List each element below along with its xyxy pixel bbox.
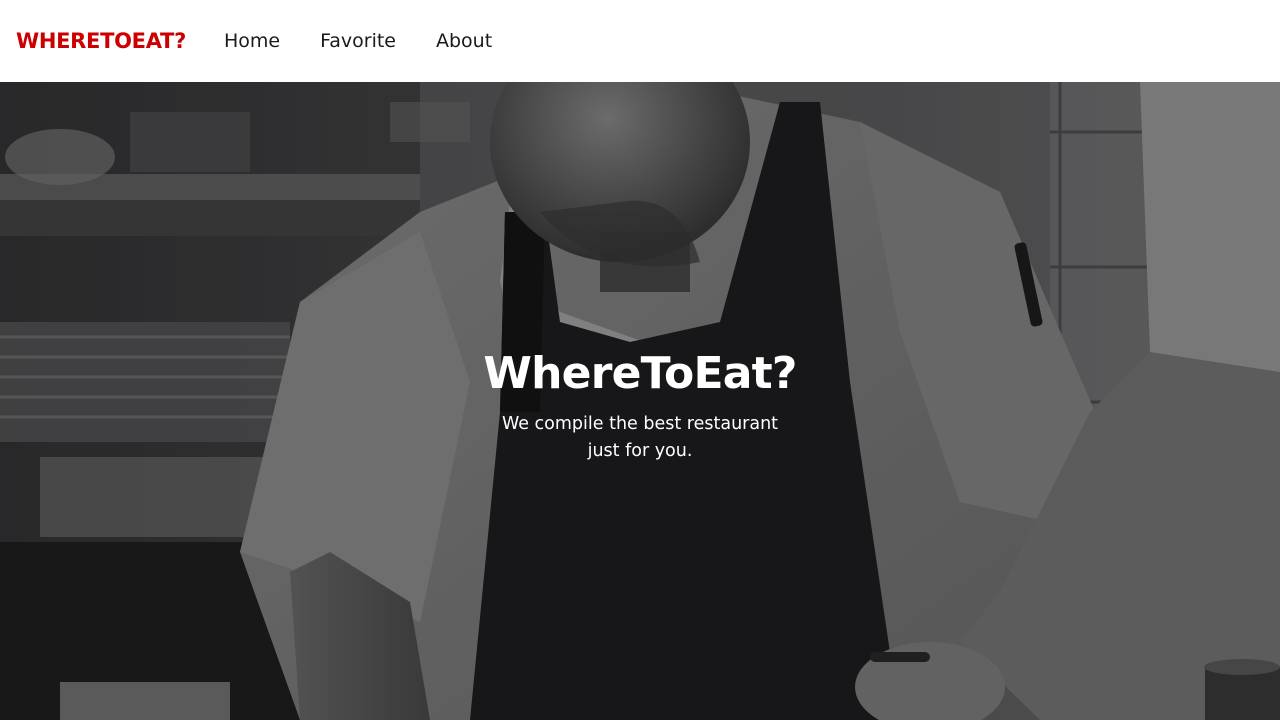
- nav-link-home[interactable]: Home: [224, 30, 280, 52]
- hero-content: WhereToEat? We compile the best restaura…: [0, 82, 1280, 720]
- hero-subtitle: We compile the best restaurant just for …: [501, 413, 779, 461]
- main-nav: Home Favorite About: [224, 30, 532, 52]
- top-navbar: WHERETOEAT? Home Favorite About: [0, 0, 1280, 82]
- nav-link-favorite[interactable]: Favorite: [320, 30, 396, 52]
- hero-title: WhereToEat?: [483, 347, 797, 399]
- brand-logo-link[interactable]: WHERETOEAT?: [16, 29, 186, 53]
- hero-section: WhereToEat? We compile the best restaura…: [0, 82, 1280, 720]
- nav-link-about[interactable]: About: [436, 30, 492, 52]
